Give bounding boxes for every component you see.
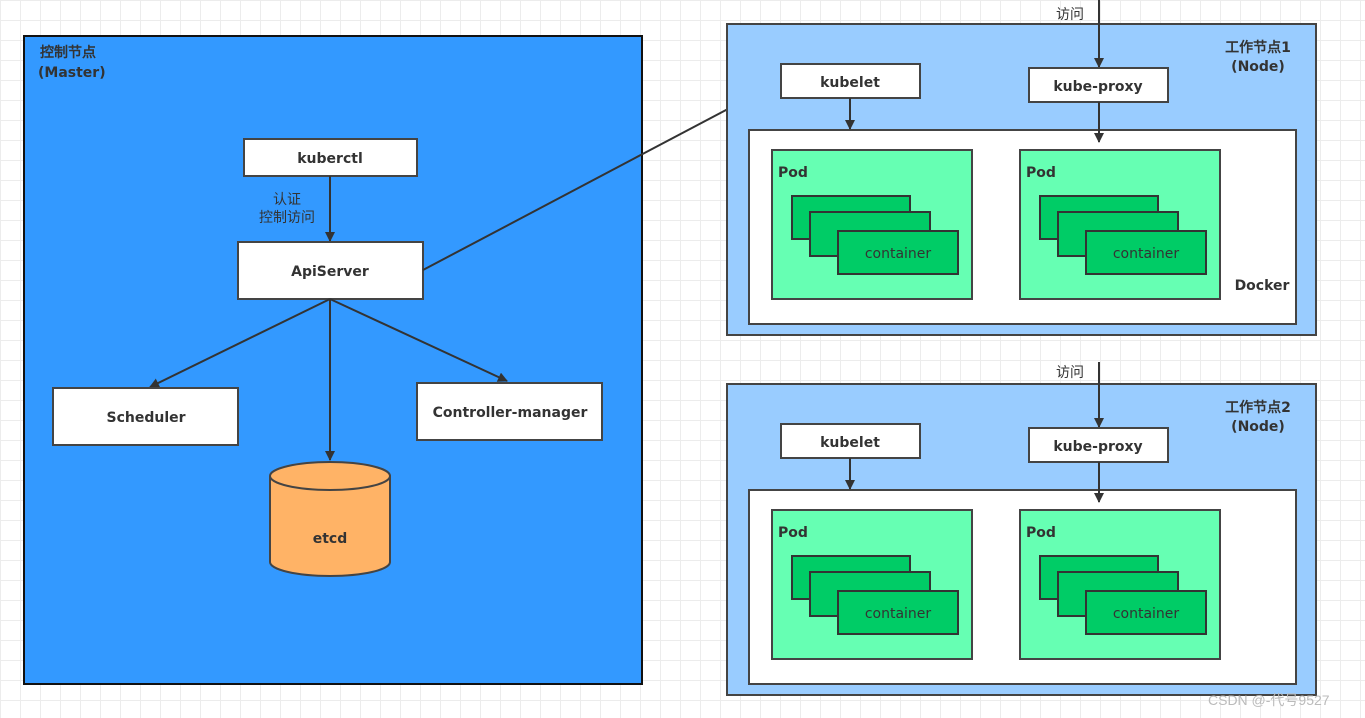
container-label: container [1113,246,1180,262]
kuberctl-label: kuberctl [297,151,363,167]
pod: Pod container [1019,149,1221,300]
worker-node-1: 工作节点1 (Node) 访问 kubelet kube-proxy Docker Pod c… [726,0,1317,336]
kubelet-label: kubelet [820,435,880,451]
pod-label: Pod [1026,165,1056,181]
worker-node-subtitle: (Node) [1231,59,1285,75]
master-node: 控制节点 (Master) kuberctl 认证 控制访问 ApiServer… [23,35,643,685]
kube-proxy-label: kube-proxy [1053,439,1142,455]
container-label: container [1113,606,1180,622]
worker-node-title: 工作节点2 [1225,399,1291,416]
master-title: 控制节点 [40,44,96,61]
kubelet-label: kubelet [820,75,880,91]
container-label: container [865,606,932,622]
access-label: 访问 [1056,365,1084,381]
controller-manager-label: Controller-manager [433,405,588,421]
etcd-cylinder: etcd [269,461,391,577]
pod: Pod container [1019,509,1221,660]
pod-label: Pod [1026,525,1056,541]
etcd-label: etcd [313,531,348,547]
architecture-diagram: 控制节点 (Master) kuberctl 认证 控制访问 ApiServer… [23,0,1317,696]
kube-proxy-label: kube-proxy [1053,79,1142,95]
worker-node-2: 工作节点2 (Node) 访问 kubelet kube-proxy Pod contain… [726,362,1317,696]
pod: Pod container [771,509,973,660]
pod: Pod container [771,149,973,300]
worker-node-title: 工作节点1 [1225,39,1291,56]
worker-node-subtitle: (Node) [1231,419,1285,435]
scheduler-label: Scheduler [106,410,185,426]
access-control-label: 控制访问 [259,210,315,226]
container-label: container [865,246,932,262]
master-subtitle: (Master) [38,65,106,81]
docker-label: Docker [1235,278,1290,294]
pod-label: Pod [778,165,808,181]
access-label: 访问 [1056,7,1084,23]
pod-label: Pod [778,525,808,541]
auth-label: 认证 [273,192,301,208]
watermark: CSDN @-代号9527 [1208,692,1330,708]
apiserver-label: ApiServer [291,264,369,280]
